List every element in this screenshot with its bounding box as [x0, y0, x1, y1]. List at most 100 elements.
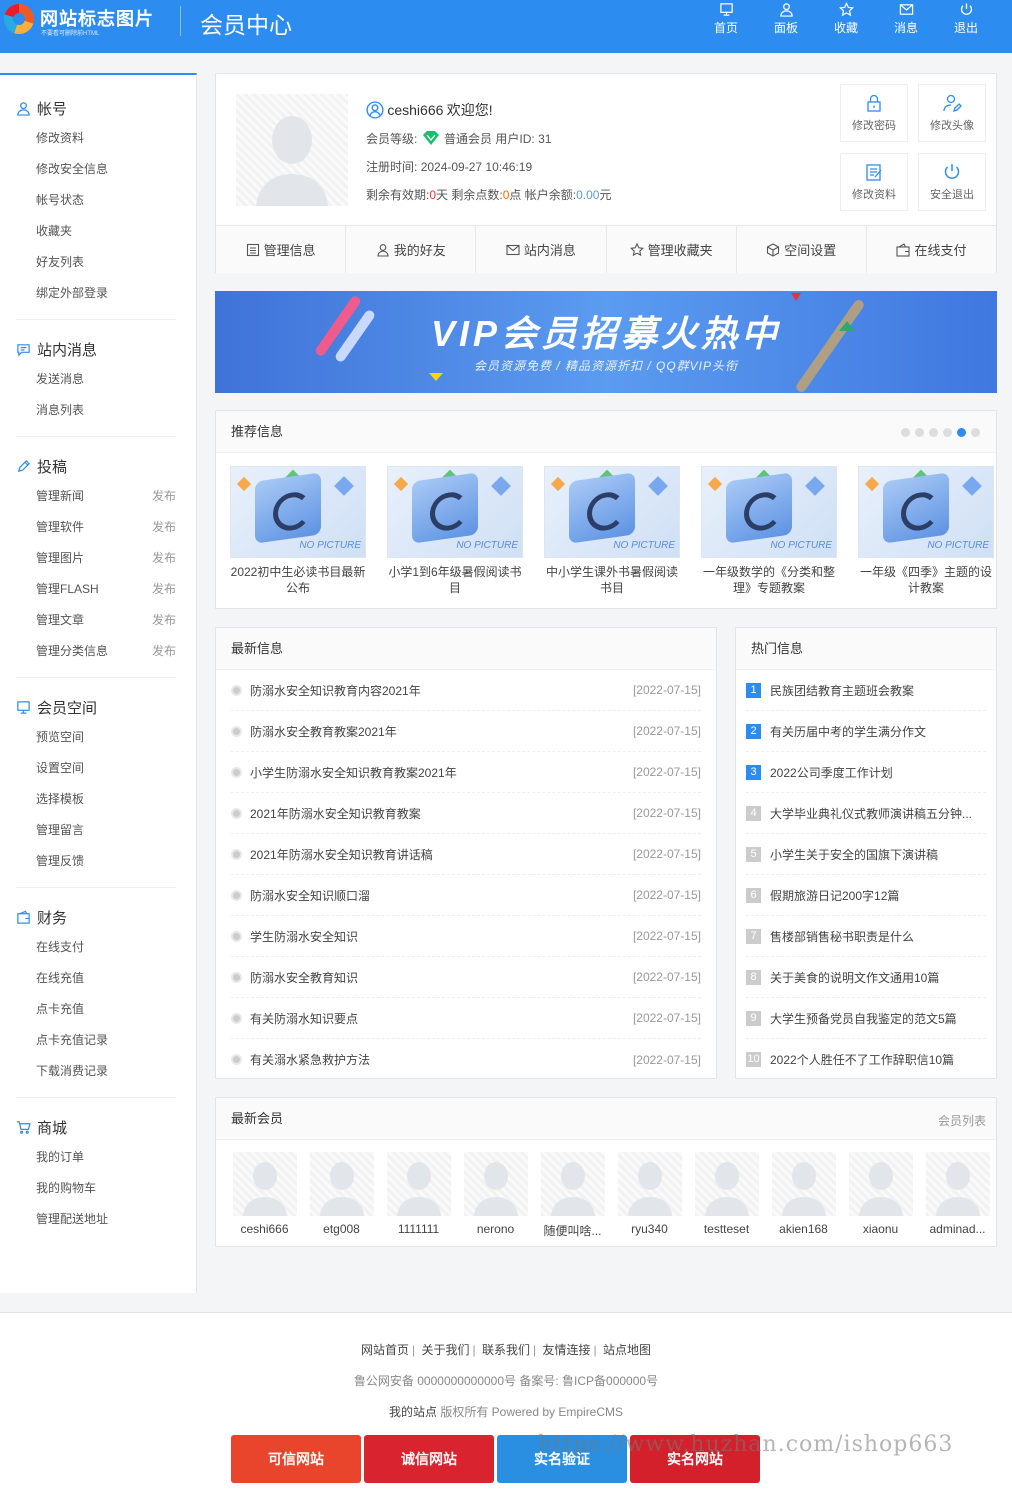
list-item[interactable]: 4 大学毕业典礼仪式教师演讲稿五分钟...: [746, 793, 986, 834]
site-logo-icon[interactable]: [4, 4, 34, 34]
safe-logout-button[interactable]: 安全退出: [918, 153, 986, 211]
list-item[interactable]: 小学生防溺水安全知识教育教案2021年 [2022-07-15]: [231, 752, 701, 793]
member-item[interactable]: testteset: [688, 1152, 765, 1239]
sidebar-item-card-recharge-log[interactable]: 点卡充值记录: [16, 1025, 176, 1056]
credible-site-badge[interactable]: 诚信网站: [364, 1435, 494, 1483]
avatar[interactable]: [236, 94, 348, 206]
list-item[interactable]: 7 售楼部销售秘书职责是什么: [746, 916, 986, 957]
sidebar-heading-space[interactable]: 会员空间: [16, 692, 176, 722]
sidebar-item-account-status[interactable]: 帐号状态: [16, 185, 176, 216]
footer-link-contact[interactable]: 联系我们: [482, 1343, 530, 1357]
sidebar-item-manage-images[interactable]: 管理图片 发布: [16, 543, 176, 574]
sidebar-item-settings-space[interactable]: 设置空间: [16, 753, 176, 784]
vip-banner[interactable]: VIP会员招募火热中 会员资源免费 / 精品资源折扣 / QQ群VIP头衔: [215, 291, 997, 393]
list-item[interactable]: 9 大学生预备党员自我鉴定的范文5篇: [746, 998, 986, 1039]
nav-messages[interactable]: 消息: [876, 0, 936, 36]
list-item[interactable]: 2021年防溺水安全知识教育讲话稿 [2022-07-15]: [231, 834, 701, 875]
member-item[interactable]: ryu340: [611, 1152, 688, 1239]
member-item[interactable]: ceshi666: [226, 1152, 303, 1239]
footer-link-sitemap[interactable]: 站点地图: [603, 1343, 651, 1357]
list-item[interactable]: 6 假期旅游日记200字12篇: [746, 875, 986, 916]
sidebar-item-my-cart[interactable]: 我的购物车: [16, 1173, 176, 1204]
nav-panel[interactable]: 面板: [756, 0, 816, 36]
sidebar-item-manage-software[interactable]: 管理软件 发布: [16, 512, 176, 543]
nav-home[interactable]: 首页: [696, 0, 756, 36]
list-item[interactable]: 学生防溺水安全知识 [2022-07-15]: [231, 916, 701, 957]
sidebar-item-favorites[interactable]: 收藏夹: [16, 216, 176, 247]
publish-link[interactable]: 发布: [152, 481, 176, 512]
footer-link-home[interactable]: 网站首页: [361, 1343, 409, 1357]
member-item[interactable]: adminad...: [919, 1152, 996, 1239]
recommend-item[interactable]: NO PICTURE 2022初中生必读书目最新公布: [228, 466, 368, 596]
sidebar-item-card-recharge[interactable]: 点卡充值: [16, 994, 176, 1025]
tab-my-friends[interactable]: 我的好友: [346, 226, 477, 273]
nav-favorites[interactable]: 收藏: [816, 0, 876, 36]
sidebar-item-edit-security[interactable]: 修改安全信息: [16, 154, 176, 185]
sidebar-item-manage-articles[interactable]: 管理文章 发布: [16, 605, 176, 636]
carousel-dot[interactable]: [971, 428, 980, 437]
tab-online-payment[interactable]: 在线支付: [867, 226, 996, 273]
list-item[interactable]: 8 关于美食的说明文作文通用10篇: [746, 957, 986, 998]
list-item[interactable]: 2 有关历届中考的学生满分作文: [746, 711, 986, 752]
sidebar-item-download-log[interactable]: 下载消费记录: [16, 1056, 176, 1087]
sidebar-item-manage-feedback[interactable]: 管理反馈: [16, 846, 176, 877]
footer-link-friends[interactable]: 友情连接: [542, 1343, 590, 1357]
member-item[interactable]: etg008: [303, 1152, 380, 1239]
list-item[interactable]: 10 2022个人胜任不了工作辞职信10篇: [746, 1039, 986, 1080]
nav-logout[interactable]: 退出: [936, 0, 996, 36]
sidebar-item-manage-classifieds[interactable]: 管理分类信息 发布: [16, 636, 176, 667]
sidebar-item-online-payment[interactable]: 在线支付: [16, 932, 176, 963]
sidebar-item-send-message[interactable]: 发送消息: [16, 364, 176, 395]
carousel-dot-active[interactable]: [957, 428, 966, 437]
sidebar-item-edit-profile[interactable]: 修改资料: [16, 123, 176, 154]
list-item[interactable]: 3 2022公司季度工作计划: [746, 752, 986, 793]
sidebar-item-online-recharge[interactable]: 在线充值: [16, 963, 176, 994]
publish-link[interactable]: 发布: [152, 605, 176, 636]
sidebar-heading-messages[interactable]: 站内消息: [16, 334, 176, 364]
tab-space-settings[interactable]: 空间设置: [737, 226, 867, 273]
carousel-dot[interactable]: [929, 428, 938, 437]
carousel-dot[interactable]: [901, 428, 910, 437]
sidebar-heading-submit[interactable]: 投稿: [16, 451, 176, 481]
publish-link[interactable]: 发布: [152, 543, 176, 574]
publish-link[interactable]: 发布: [152, 512, 176, 543]
trusted-site-badge[interactable]: 可信网站: [231, 1435, 361, 1483]
member-item[interactable]: xiaonu: [842, 1152, 919, 1239]
member-item[interactable]: 1111111: [380, 1152, 457, 1239]
tab-manage-favorites[interactable]: 管理收藏夹: [607, 226, 737, 273]
recommend-item[interactable]: NO PICTURE 一年级数学的《分类和整理》专题教案: [699, 466, 839, 596]
member-item[interactable]: nerono: [457, 1152, 534, 1239]
publish-link[interactable]: 发布: [152, 636, 176, 667]
footer-site-name[interactable]: 我的站点: [389, 1405, 437, 1419]
sidebar-item-manage-guestbook[interactable]: 管理留言: [16, 815, 176, 846]
list-item[interactable]: 有关溺水紧急救护方法 [2022-07-15]: [231, 1039, 701, 1080]
sidebar-item-choose-template[interactable]: 选择模板: [16, 784, 176, 815]
list-item[interactable]: 防溺水安全知识顺口溜 [2022-07-15]: [231, 875, 701, 916]
sidebar-heading-finance[interactable]: 财务: [16, 902, 176, 932]
sidebar-item-my-orders[interactable]: 我的订单: [16, 1142, 176, 1173]
sidebar-item-manage-news[interactable]: 管理新闻 发布: [16, 481, 176, 512]
list-item[interactable]: 2021年防溺水安全知识教育教案 [2022-07-15]: [231, 793, 701, 834]
sidebar-item-bind-login[interactable]: 绑定外部登录: [16, 278, 176, 309]
member-item[interactable]: akien168: [765, 1152, 842, 1239]
list-item[interactable]: 有关防溺水知识要点 [2022-07-15]: [231, 998, 701, 1039]
sidebar-item-preview-space[interactable]: 预览空间: [16, 722, 176, 753]
footer-link-about[interactable]: 关于我们: [422, 1343, 470, 1357]
sidebar-item-shipping-address[interactable]: 管理配送地址: [16, 1204, 176, 1235]
carousel-dot[interactable]: [943, 428, 952, 437]
change-avatar-button[interactable]: 修改头像: [918, 84, 986, 142]
publish-link[interactable]: 发布: [152, 574, 176, 605]
list-item[interactable]: 1 民族团结教育主题班会教案: [746, 670, 986, 711]
recommend-item[interactable]: NO PICTURE 小学1到6年级暑假阅读书目: [385, 466, 525, 596]
sidebar-heading-shop[interactable]: 商城: [16, 1112, 176, 1142]
sidebar-item-message-list[interactable]: 消息列表: [16, 395, 176, 426]
member-item[interactable]: 随便叫啥...: [534, 1152, 611, 1239]
sidebar-heading-account[interactable]: 帐号: [16, 93, 176, 123]
sidebar-item-friends[interactable]: 好友列表: [16, 247, 176, 278]
recommend-item[interactable]: NO PICTURE 中小学生课外书暑假阅读书目: [542, 466, 682, 596]
change-password-button[interactable]: 修改密码: [840, 84, 908, 142]
carousel-dot[interactable]: [915, 428, 924, 437]
edit-profile-button[interactable]: 修改资料: [840, 153, 908, 211]
list-item[interactable]: 防溺水安全教育教案2021年 [2022-07-15]: [231, 711, 701, 752]
recommend-item[interactable]: NO PICTURE 一年级《四季》主题的设计教案: [856, 466, 996, 596]
